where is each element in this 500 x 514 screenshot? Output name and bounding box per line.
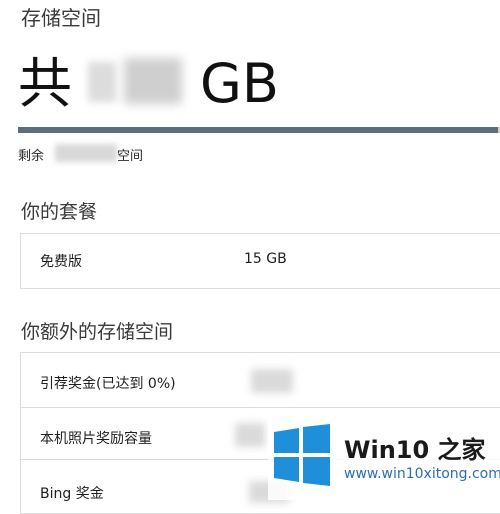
plan-storage-value: 15 GB — [244, 251, 287, 267]
page-title: 存储空间 — [21, 6, 101, 30]
site-watermark: Win10 之家 www.win10xitong.com — [268, 414, 500, 500]
watermark-title: Win10 之家 — [344, 436, 486, 464]
bing-bonus-label: Bing 奖金 — [40, 486, 104, 502]
referral-bonus-value-redacted — [251, 369, 293, 393]
storage-usage-fill — [18, 127, 498, 133]
plan-section-heading: 你的套餐 — [21, 201, 98, 223]
plan-name: 免费版 — [40, 254, 82, 270]
storage-usage-bar — [18, 127, 500, 133]
total-storage-value-redacted — [88, 58, 186, 106]
remaining-space-value-redacted — [55, 144, 117, 162]
remaining-space-prefix: 剩余 — [18, 149, 45, 164]
camera-roll-bonus-value-redacted — [235, 423, 265, 447]
windows-logo-icon — [274, 424, 330, 486]
total-storage-unit: GB — [200, 52, 279, 115]
extra-storage-heading: 你额外的存储空间 — [21, 321, 174, 343]
camera-roll-bonus-label: 本机照片奖励容量 — [40, 431, 152, 447]
remaining-space-suffix: 空间 — [117, 149, 144, 164]
total-storage-prefix: 共 — [18, 52, 72, 115]
watermark-url: www.win10xitong.com — [344, 466, 500, 482]
row-divider — [21, 407, 500, 408]
plan-card: 免费版 15 GB — [20, 233, 500, 289]
referral-bonus-label: 引荐奖金(已达到 0%) — [40, 376, 176, 392]
